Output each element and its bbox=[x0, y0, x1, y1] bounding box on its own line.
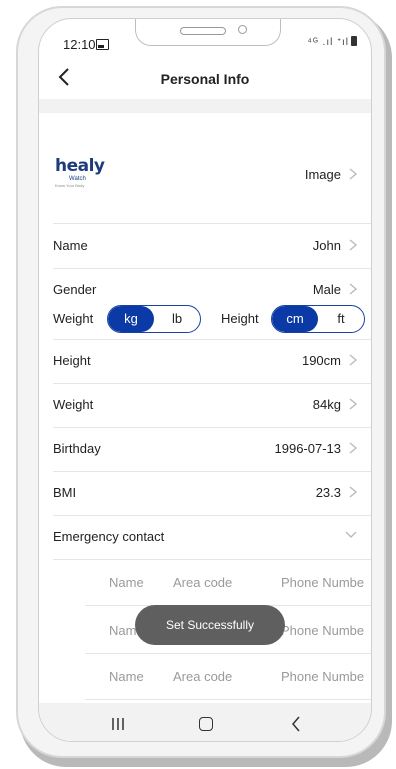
divider bbox=[85, 653, 371, 654]
toast-message: Set Successfully bbox=[135, 605, 285, 645]
section-separator bbox=[39, 99, 371, 113]
weight-unit-lb[interactable]: lb bbox=[154, 306, 200, 332]
birthday-value: 1996-07-13 bbox=[274, 441, 342, 456]
status-time: 12:10 bbox=[63, 37, 96, 52]
page-title: Personal Info bbox=[160, 71, 250, 87]
contact-entry-row: Name Area code Phone Numbe bbox=[85, 655, 371, 699]
divider bbox=[85, 699, 371, 700]
signal-icon: ⁴ᴳ .ıl ᐩıl bbox=[307, 37, 349, 48]
home-icon[interactable] bbox=[199, 717, 213, 731]
height-value: 190cm bbox=[301, 353, 341, 368]
camera-notch bbox=[135, 19, 281, 46]
birthday-row[interactable]: Birthday 1996-07-13 bbox=[39, 427, 371, 471]
contact-phone-field[interactable]: Phone Numbe bbox=[281, 575, 364, 590]
image-label: Image bbox=[304, 167, 341, 182]
height-unit-cm[interactable]: cm bbox=[272, 306, 318, 332]
logo-tagline: Know Your Body bbox=[55, 183, 85, 188]
height-unit-ft[interactable]: ft bbox=[318, 306, 364, 332]
weight-label: Weight bbox=[53, 397, 94, 412]
bmi-row[interactable]: BMI 23.3 bbox=[39, 471, 371, 515]
weight-value: 84kg bbox=[312, 397, 341, 412]
height-unit-label: Height bbox=[221, 311, 259, 326]
speaker-icon bbox=[180, 27, 226, 35]
chevron-right-icon bbox=[349, 398, 357, 410]
weight-unit-label: Weight bbox=[53, 311, 94, 326]
divider bbox=[53, 559, 371, 560]
recent-apps-icon[interactable] bbox=[111, 717, 125, 731]
image-row[interactable]: healy Watch Know Your Body Image bbox=[39, 113, 371, 223]
gender-label: Gender bbox=[53, 282, 97, 297]
contact-phone-field[interactable]: Phone Numbe bbox=[281, 669, 364, 684]
emergency-contact-label: Emergency contact bbox=[53, 529, 165, 544]
contact-entry-row: Name Area code Phone Numbe bbox=[85, 561, 371, 605]
battery-icon bbox=[351, 36, 357, 46]
contact-phone-field[interactable]: Phone Numbe bbox=[281, 623, 364, 638]
bmi-label: BMI bbox=[53, 485, 77, 500]
height-row[interactable]: Height 190cm bbox=[39, 339, 371, 383]
name-value: John bbox=[312, 238, 341, 253]
name-label: Name bbox=[53, 238, 88, 253]
chevron-down-icon[interactable] bbox=[345, 531, 357, 539]
gender-value: Male bbox=[312, 282, 341, 297]
bmi-value: 23.3 bbox=[315, 485, 341, 500]
chevron-right-icon bbox=[349, 168, 357, 180]
camera-icon bbox=[238, 25, 247, 34]
chevron-right-icon bbox=[349, 283, 357, 295]
healy-logo: healy Watch Know Your Body bbox=[55, 157, 125, 201]
signal-icons: ⁴ᴳ .ıl ᐩıl bbox=[308, 36, 357, 48]
contact-name-field[interactable]: Name bbox=[109, 669, 144, 684]
height-unit-toggle[interactable]: cm ft bbox=[271, 305, 365, 333]
chevron-right-icon bbox=[349, 486, 357, 498]
logo-brand: healy bbox=[55, 156, 105, 176]
image-notification-icon bbox=[96, 39, 109, 50]
system-nav-bar bbox=[39, 703, 371, 741]
height-label: Height bbox=[53, 353, 91, 368]
weight-unit-kg[interactable]: kg bbox=[108, 306, 154, 332]
chevron-right-icon bbox=[349, 239, 357, 251]
chevron-right-icon bbox=[349, 354, 357, 366]
status-bar: 12:10 ⁴ᴳ .ıl ᐩıl bbox=[39, 19, 371, 59]
weight-row[interactable]: Weight 84kg bbox=[39, 383, 371, 427]
contact-area-code-field[interactable]: Area code bbox=[173, 575, 232, 590]
name-row[interactable]: Name John bbox=[39, 224, 371, 268]
contact-name-field[interactable]: Name bbox=[109, 575, 144, 590]
birthday-label: Birthday bbox=[53, 441, 101, 456]
chevron-right-icon bbox=[349, 442, 357, 454]
logo-sub: Watch bbox=[69, 176, 86, 182]
contact-area-code-field[interactable]: Area code bbox=[173, 669, 232, 684]
system-back-icon[interactable] bbox=[291, 716, 301, 732]
weight-unit-toggle[interactable]: kg lb bbox=[107, 305, 201, 333]
top-nav: Personal Info bbox=[39, 59, 371, 99]
emergency-contact-row[interactable]: Emergency contact bbox=[39, 515, 371, 559]
phone-screen: 12:10 ⁴ᴳ .ıl ᐩıl Personal Info healy Wat… bbox=[38, 18, 372, 742]
